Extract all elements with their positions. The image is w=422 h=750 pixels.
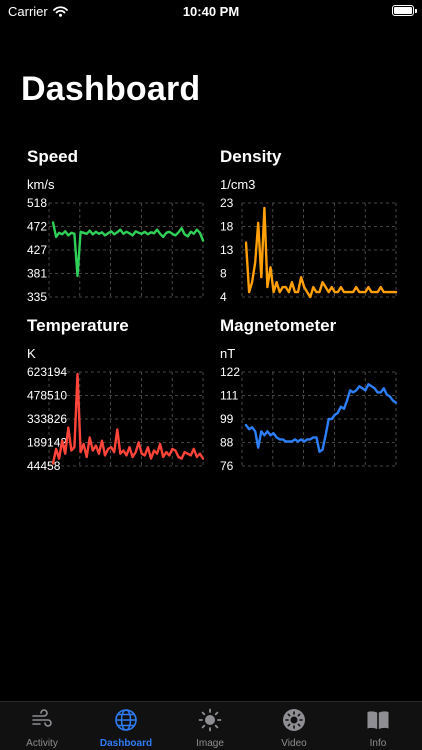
y-tick-label: 518 (27, 196, 47, 210)
tab-image[interactable]: Image (168, 702, 252, 750)
y-tick-label: 427 (27, 243, 47, 257)
chart-title: Temperature (27, 316, 129, 335)
y-tick-label: 88 (220, 436, 234, 450)
y-tick-label: 8 (220, 267, 227, 281)
speed-chart: 518 472 427 381 335 (27, 196, 205, 304)
chart-unit: km/s (27, 177, 55, 192)
clock: 10:40 PM (182, 4, 240, 19)
density-chart-panel: Density 1/cm3 23 18 13 8 4 (220, 147, 410, 304)
sun-circle-icon (283, 709, 305, 731)
tab-label: Image (196, 738, 224, 749)
tab-bar: Activity Dashboard Image Video Info (0, 701, 422, 750)
tab-label: Dashboard (99, 738, 153, 749)
tab-label: Info (369, 738, 387, 749)
y-tick-label: 381 (27, 267, 47, 281)
tab-label: Activity (26, 738, 58, 749)
series-line (244, 206, 398, 299)
magnetometer-chart-panel: Magnetometer nT 122 111 99 88 76 (220, 316, 410, 473)
y-tick-label: 99 (220, 412, 234, 426)
series-line (51, 221, 205, 278)
tab-video[interactable]: Video (252, 702, 336, 750)
wind-icon (32, 709, 52, 727)
y-tick-label: 623194 (27, 365, 67, 379)
y-tick-label: 44458 (27, 459, 61, 473)
y-tick-label: 4 (220, 290, 227, 304)
temperature-chart: 62319447851033382618914244458 (27, 365, 205, 473)
density-chart: 23 18 13 8 4 (220, 196, 398, 304)
y-tick-label: 478510 (27, 389, 67, 403)
tab-dashboard[interactable]: Dashboard (84, 702, 168, 750)
magnetometer-chart: 122 111 99 88 76 (220, 365, 398, 473)
y-tick-label: 333826 (27, 412, 67, 426)
globe-icon (115, 709, 137, 731)
speed-chart-panel: Speed km/s 518 472 427 381 335 (27, 147, 217, 304)
chart-unit: nT (220, 346, 236, 361)
page-title: Dashboard (21, 70, 201, 108)
y-tick-label: 111 (220, 389, 239, 403)
y-tick-label: 76 (220, 459, 234, 473)
temperature-chart-panel: Temperature K 623194 478510 333826 189142 44… (27, 316, 217, 473)
y-tick-label: 472 (27, 220, 47, 234)
chart-title: Density (220, 147, 282, 166)
sun-icon (198, 708, 222, 732)
y-tick-label: 18 (220, 220, 234, 234)
battery-icon (392, 5, 417, 16)
status-bar: Carrier 10:40 PM (0, 0, 422, 24)
series-line (244, 383, 398, 453)
chart-unit: K (27, 346, 36, 361)
y-tick-label: 122 (220, 365, 240, 379)
tab-info[interactable]: Info (336, 702, 420, 750)
chart-unit: 1/cm3 (220, 177, 256, 192)
chart-title: Speed (27, 147, 79, 166)
y-tick-label: 335 (27, 290, 47, 304)
tab-activity[interactable]: Activity (0, 702, 84, 750)
book-icon (367, 711, 389, 729)
y-tick-label: 13 (220, 243, 234, 257)
y-tick-label: 23 (220, 196, 234, 210)
tab-label: Video (281, 738, 307, 749)
chart-title: Magnetometer (220, 316, 337, 335)
